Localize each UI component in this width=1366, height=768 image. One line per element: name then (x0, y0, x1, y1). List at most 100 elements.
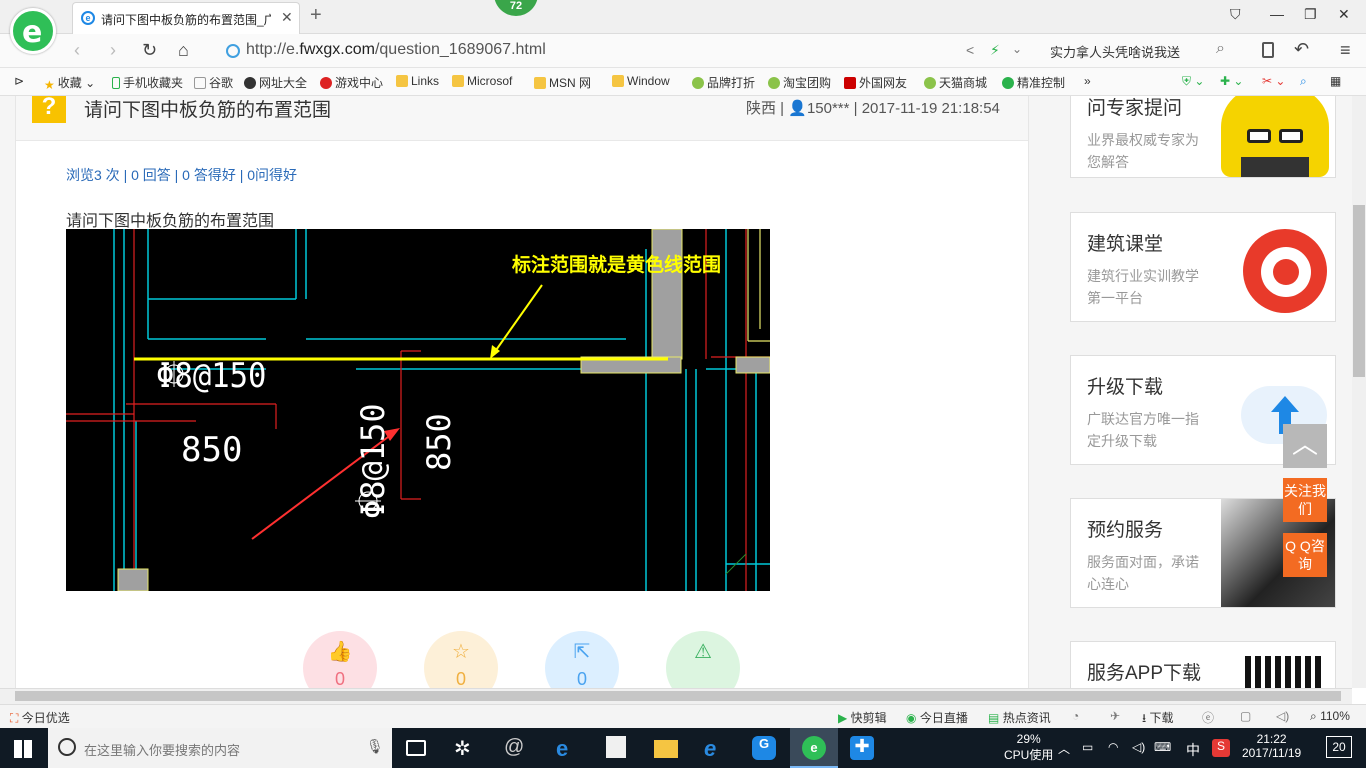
ime-indicator[interactable]: 中 (1186, 740, 1200, 760)
scissors-icon[interactable]: ✂ ⌄ (1262, 74, 1285, 88)
bookmark-item[interactable]: ★ 收藏 ⌄ (44, 74, 95, 92)
pin-icon[interactable]: ✈ (1110, 709, 1120, 723)
chevron-down-icon[interactable]: ⌄ (1012, 42, 1022, 56)
undo-icon[interactable]: ↶ (1294, 39, 1309, 60)
bookmark-item[interactable]: 外国网友 (844, 74, 907, 91)
bookmark-item[interactable]: 天猫商城 (924, 74, 987, 91)
sidebar-toggle-icon[interactable]: ⊳ (14, 74, 24, 88)
sogou-ime-icon[interactable]: S (1212, 739, 1230, 757)
windows-start-icon[interactable] (14, 740, 32, 758)
scrollbar-thumb[interactable] (1353, 205, 1365, 377)
share-icon[interactable]: < (966, 42, 974, 58)
phone-icon[interactable] (1262, 42, 1274, 58)
clock[interactable]: 21:22 2017/11/19 (1242, 732, 1301, 760)
battery-icon[interactable]: ▭ (1082, 740, 1093, 754)
volume-icon[interactable]: ◁) (1276, 709, 1289, 723)
status-item[interactable]: ▶ 快剪辑 (838, 709, 887, 726)
store-icon[interactable] (606, 736, 626, 758)
bookmark-item[interactable]: 淘宝团购 (768, 74, 831, 91)
browser-logo-icon[interactable]: e (10, 8, 56, 54)
horizontal-scrollbar-thumb[interactable] (15, 691, 1341, 701)
glodon-app-icon[interactable]: G (752, 736, 776, 760)
maximize-icon[interactable]: ❐ (1304, 6, 1317, 23)
cad-annotation-text: 标注范围就是黄色线范围 (512, 253, 721, 276)
lightning-icon[interactable]: ⚡ (990, 42, 1000, 59)
sidebar-card-app[interactable]: 服务APP下载 (1070, 641, 1336, 688)
close-window-icon[interactable]: ✕ (1338, 6, 1350, 23)
keyboard-icon[interactable]: ⌨ (1154, 740, 1171, 754)
news-icon: ▤ (988, 711, 1000, 725)
back-icon[interactable]: ‹ (74, 40, 80, 61)
bookmark-item[interactable]: Links (396, 74, 439, 88)
notification-badge[interactable]: 72 (494, 0, 538, 16)
bookmark-item[interactable]: 手机收藏夹 (112, 74, 183, 91)
status-item[interactable]: ◉ 今日直播 (906, 709, 968, 726)
more-bookmarks-icon[interactable]: » (1084, 74, 1091, 88)
swirl-app-icon[interactable]: @ (504, 736, 528, 760)
forward-icon[interactable]: › (110, 40, 116, 61)
close-icon[interactable]: ✕ (281, 9, 293, 26)
extension-icon[interactable]: ✚ ⌄ (1220, 74, 1243, 88)
browser-tab[interactable]: e 请问下图中板负筋的布置范围_广 ✕ (72, 2, 300, 34)
favorite-button[interactable]: ☆ 0 (424, 631, 498, 688)
shirt-icon[interactable]: ⛉ (1230, 6, 1241, 23)
follow-us-button[interactable]: 关注我们 (1283, 478, 1327, 522)
vertical-scrollbar[interactable] (1352, 96, 1366, 688)
report-button[interactable]: ⚠ (666, 631, 740, 688)
new-tab-icon[interactable]: + (310, 4, 322, 27)
magnifier-icon[interactable]: ⌕ (1300, 74, 1307, 89)
search-input[interactable]: 实力拿人头凭啥说我送 (1050, 42, 1180, 61)
minimize-icon[interactable]: — (1270, 6, 1284, 22)
download-button[interactable]: ⭳ 下载 (1142, 709, 1174, 730)
bookmark-item[interactable]: 网址大全 (244, 74, 307, 91)
daily-picks[interactable]: ⛶ 今日优选 (10, 709, 70, 726)
username[interactable]: 150*** (807, 100, 850, 117)
bookmark-item[interactable]: 谷歌 (194, 74, 233, 91)
edge-browser-icon[interactable]: e (556, 736, 580, 761)
question-stats[interactable]: 浏览3 次 | 0 回答 | 0 答得好 | 0问得好 (66, 165, 297, 185)
bookmark-item[interactable]: MSN 网 (534, 74, 591, 91)
cpu-usage[interactable]: 29% CPU使用 (1004, 732, 1053, 763)
like-button[interactable]: 👍 0 (303, 631, 377, 688)
window-icon[interactable]: ▢ (1240, 709, 1251, 723)
internet-explorer-icon[interactable]: e (704, 736, 728, 761)
refresh-icon[interactable]: ↻ (142, 40, 157, 61)
gift-icon: ⛶ (10, 711, 19, 725)
zoom-level[interactable]: ⌕ 110% (1310, 709, 1350, 724)
grid-icon[interactable]: ▦ (1330, 74, 1341, 88)
tab-title: 请问下图中板负筋的布置范围_广 (101, 13, 271, 27)
qq-consult-button[interactable]: Q Q咨询 (1283, 533, 1327, 577)
share-button[interactable]: ⇱ 0 (545, 631, 619, 688)
search-icon[interactable]: ⌕ (1216, 40, 1225, 58)
menu-icon[interactable]: ≡ (1340, 40, 1351, 61)
volume-icon[interactable]: ◁) (1132, 740, 1145, 754)
bookmark-item[interactable]: 品牌打折 (692, 74, 755, 91)
video-icon: ▶ (838, 711, 848, 725)
active-browser-task[interactable]: e (790, 728, 838, 768)
bookmark-item[interactable]: Microsof (452, 74, 512, 88)
pinwheel-app-icon[interactable]: ✲ (454, 736, 478, 760)
notification-center-icon[interactable]: 20 (1326, 736, 1352, 758)
bookmark-item[interactable]: 游戏中心 (320, 74, 383, 91)
wifi-icon[interactable]: ◠ (1108, 740, 1118, 754)
chevron-up-icon[interactable]: ︿ (1058, 740, 1070, 757)
sidebar-card-classroom[interactable]: 建筑课堂 建筑行业实训教学第一平台 (1070, 212, 1336, 322)
bookmark-item[interactable]: Window (612, 74, 670, 88)
status-item[interactable]: ▤ 热点资讯 (988, 709, 1051, 726)
file-explorer-icon[interactable] (654, 740, 678, 758)
remote-app-icon[interactable]: ✚ (850, 736, 874, 760)
share-icon: ⇱ (573, 641, 591, 663)
url-input[interactable]: http://e.fwxgx.com/question_1689067.html (246, 41, 546, 59)
shield-icon[interactable]: ⛨ ⌄ (1182, 74, 1204, 89)
question-header: ? 请问下图中板负筋的布置范围 陕西 | 👤150*** | 2017-11-1… (16, 96, 1028, 141)
bookmark-item[interactable]: 精准控制 (1002, 74, 1065, 91)
speed-icon[interactable]: ◔ (1072, 709, 1079, 723)
taskbar-search-input[interactable]: 在这里输入你要搜索的内容 🎙 (48, 728, 392, 768)
task-view-icon[interactable] (406, 740, 426, 756)
user-icon: 👤 (788, 100, 807, 117)
home-icon[interactable]: ⌂ (178, 40, 189, 61)
back-to-top-button[interactable]: ︿ (1283, 424, 1327, 468)
sidebar-card-expert[interactable]: 问专家提问 业界最权威专家为您解答 (1070, 96, 1336, 178)
microphone-icon[interactable]: 🎙 (366, 738, 384, 755)
ie-mode-icon[interactable]: ⓔ (1202, 709, 1214, 726)
